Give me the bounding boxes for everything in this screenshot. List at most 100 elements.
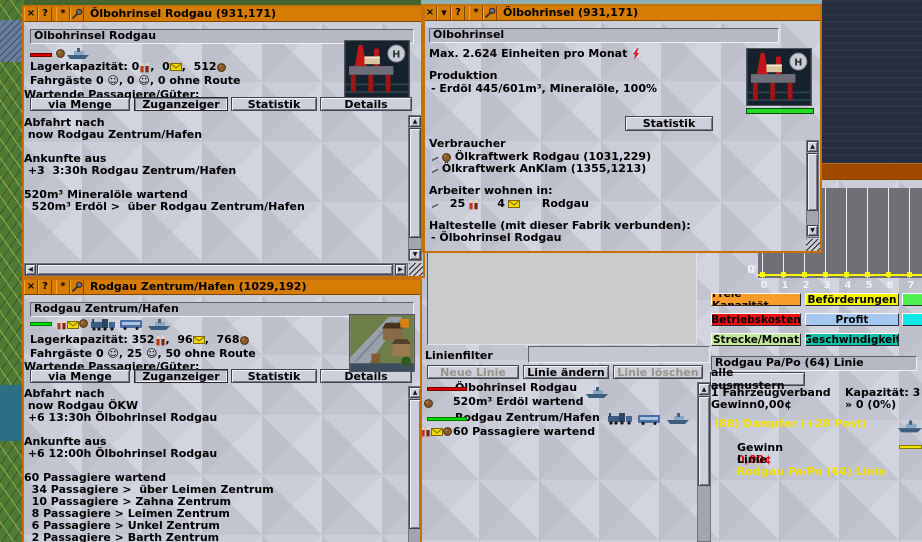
ship-icon (666, 413, 690, 425)
max-production-text: Max. 2.624 Einheiten pro Monat (429, 48, 627, 60)
scrollbar-slider[interactable] (409, 399, 421, 529)
minimize-icon[interactable]: * (56, 6, 70, 21)
goto-arrow-icon[interactable]: ▶ (431, 151, 438, 163)
line-color-bar-yellow (899, 445, 922, 449)
statistik-button[interactable]: Statistik (625, 116, 713, 131)
help-icon[interactable]: ? (38, 279, 52, 294)
help-icon[interactable]: ? (38, 6, 52, 21)
chart-gridline (867, 188, 868, 278)
chart-data-point (865, 272, 870, 277)
resize-grip[interactable] (806, 239, 820, 251)
bus-icon (637, 414, 661, 425)
convoy-line-value[interactable]: Rodgau Pa/Po (64) Linie (737, 465, 886, 478)
line-color-bar-red (30, 53, 52, 57)
line-filter-input[interactable] (528, 346, 710, 363)
help-icon[interactable]: ? (451, 5, 465, 20)
scroll-right-button[interactable]: ▶ (395, 264, 406, 275)
chart-data-point (907, 272, 912, 277)
goto-arrow-icon[interactable]: ▶ (431, 198, 438, 210)
chart-button-freie-kapazitaet[interactable]: Freie Kapazität (711, 293, 801, 306)
chart-button-betriebskosten[interactable]: Betriebskosten (711, 313, 801, 326)
scrollbar-slider[interactable] (37, 264, 393, 275)
window-halt-hafen: × ? * Rodgau Zentrum/Hafen (1029,192) Ro… (22, 278, 422, 542)
consumer-name[interactable]: Ölkraftwerk AnKlam (1355,1213) (442, 163, 646, 175)
convoy-line-row: Linie Rodgau Pa/Po (64) Linie (714, 442, 886, 490)
passenger-status-row: Fahrgäste 0 ☺, 0 ☺, 0 ohne Route (30, 75, 240, 87)
tab-statistik[interactable]: Statistik (231, 369, 317, 383)
stop-list-item-name[interactable]: Ölbohrinsel Rodgau (455, 382, 577, 394)
chart-button-befoerderungen[interactable]: Beförderungen (805, 293, 899, 306)
tab-via-menge[interactable]: via Menge (30, 97, 130, 111)
halt-oilrig-titlebar[interactable]: × ? * Ölbohrinsel Rodgau (931,171) (22, 5, 425, 22)
chart-button-profit[interactable]: Profit (805, 313, 899, 326)
chart-button-strecke-monat[interactable]: Strecke/Monat (711, 333, 801, 346)
stop-list-item-status: 520m³ Erdöl wartend (453, 396, 583, 408)
scrollbar-slider[interactable] (698, 396, 710, 486)
window-title: Ölbohrinsel (931,171) (503, 6, 638, 19)
goods-icon (240, 336, 249, 345)
scroll-up-button[interactable]: ▲ (409, 116, 421, 127)
stop-list-item-name[interactable]: Rodgau Zentrum/Hafen (455, 412, 600, 424)
shade-icon[interactable]: ▼ (437, 5, 451, 20)
game-screen: 0 0 1 2 3 4 5 6 7 Freie Kapazität Beförd… (0, 0, 922, 542)
pin-icon[interactable] (70, 6, 84, 21)
factory-name-field: Ölbohrinsel (429, 28, 779, 43)
workers-pass-count: 25 (450, 198, 465, 210)
goods-icon (217, 63, 226, 72)
ship-icon (585, 387, 609, 399)
storage-goods-segment: , 768 (205, 334, 240, 346)
goods-icon (56, 49, 65, 58)
tab-details[interactable]: Details (320, 97, 412, 111)
storage-capacity-row: Lagerkapazität: 352 , 96 , 768 (30, 334, 249, 346)
consumer-row[interactable]: ▶ Ölkraftwerk AnKlam (1355,1213) (431, 163, 646, 175)
close-icon[interactable]: × (24, 6, 38, 21)
change-line-button[interactable]: Linie ändern (523, 365, 609, 379)
workers-row[interactable]: ▶ 25 4 Rodgau (431, 198, 589, 210)
delete-line-button[interactable]: Linie löschen (613, 365, 703, 379)
retire-all-button[interactable]: alle ausmustern (710, 372, 805, 386)
chart-x-tick: 2 (799, 280, 813, 291)
scroll-up-button[interactable]: ▲ (698, 383, 710, 395)
scrollbar-slider[interactable] (409, 128, 421, 238)
scroll-up-button[interactable]: ▲ (807, 141, 818, 152)
goods-icon (442, 153, 451, 162)
tab-zuganzeiger[interactable]: Zuganzeiger (134, 369, 228, 383)
ship-icon (66, 48, 90, 60)
minimize-icon[interactable]: * (469, 5, 483, 20)
chart-x-tick: 1 (778, 280, 792, 291)
chart-button-col3-row1[interactable]: E (902, 293, 922, 306)
factory-thumbnail-oilrig (746, 48, 812, 106)
passengers-icon (139, 62, 150, 73)
chart-button-col3-row2[interactable]: L (902, 313, 922, 326)
scroll-down-button[interactable]: ▼ (409, 249, 421, 260)
new-line-button[interactable]: Neue Linie (427, 365, 519, 379)
line-profit: Gewinn0,00¢ (711, 399, 792, 411)
close-icon[interactable]: × (423, 5, 437, 20)
workers-city-name[interactable]: Rodgau (542, 198, 589, 210)
chart-data-point (844, 272, 849, 277)
pin-icon[interactable] (483, 5, 497, 20)
chart-button-geschwindigkeit[interactable]: Geschwindigkeit (805, 333, 899, 346)
mail-icon (508, 200, 520, 208)
convoy-list-item-name[interactable]: (88) Dampfer (+28 Post) (714, 418, 866, 430)
scrollbar-slider[interactable] (807, 153, 818, 211)
pin-icon[interactable] (70, 279, 84, 294)
passengers-icon (56, 319, 67, 330)
halt-hafen-titlebar[interactable]: × ? * Rodgau Zentrum/Hafen (1029,192) (22, 278, 422, 295)
tab-statistik[interactable]: Statistik (231, 97, 317, 111)
factory-titlebar[interactable]: × ▼ ? * Ölbohrinsel (931,171) (421, 4, 822, 21)
line-color-bar-red (427, 387, 467, 391)
chart-gridline (888, 188, 889, 278)
goto-arrow-icon[interactable]: ▶ (431, 163, 438, 175)
close-icon[interactable]: × (24, 279, 38, 294)
tab-zuganzeiger[interactable]: Zuganzeiger (134, 97, 228, 111)
tab-via-menge[interactable]: via Menge (30, 369, 130, 383)
resize-grip[interactable] (409, 263, 423, 276)
storage-goods-segment: , 512 (182, 61, 217, 73)
scroll-left-button[interactable]: ◀ (25, 264, 36, 275)
chart-y-axis-label: 0 (737, 264, 755, 276)
scroll-down-button[interactable]: ▼ (807, 225, 818, 236)
goods-icon (424, 399, 433, 408)
minimize-icon[interactable]: * (56, 279, 70, 294)
scroll-up-button[interactable]: ▲ (409, 387, 421, 398)
